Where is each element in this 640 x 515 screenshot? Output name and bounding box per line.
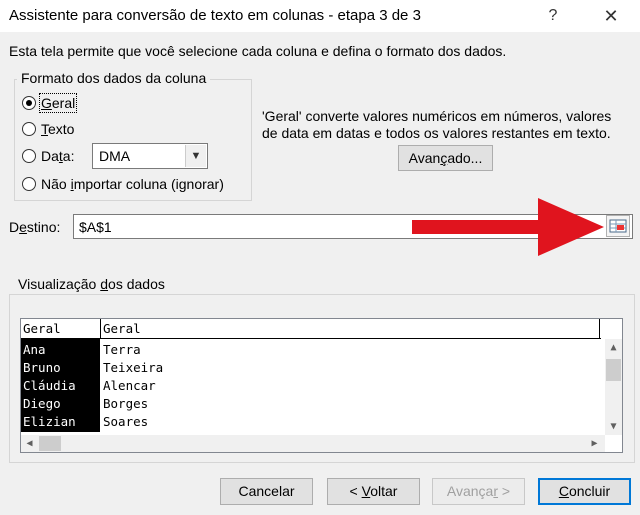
preview-cell: Terra <box>103 342 141 357</box>
back-button[interactable]: < Voltar <box>327 478 420 505</box>
radio-data-circle[interactable] <box>22 149 36 163</box>
radio-ignore-label: Não importar coluna (ignorar) <box>41 176 224 192</box>
window-title: Assistente para conversão de texto em co… <box>9 7 421 24</box>
horizontal-scroll-thumb[interactable] <box>39 436 61 451</box>
scroll-left-icon[interactable]: ◀ <box>21 435 38 452</box>
date-format-value: DMA <box>99 148 131 164</box>
preview-cell: Bruno <box>23 360 61 375</box>
preview-cell: Teixeira <box>103 360 164 375</box>
radio-geral[interactable]: Geral <box>22 93 78 113</box>
range-selector-icon <box>609 219 627 233</box>
radio-data[interactable]: Data: <box>22 148 74 164</box>
radio-geral-label: Geral <box>38 93 78 113</box>
vertical-scroll-thumb[interactable] <box>606 359 621 381</box>
preview-cell: Ana <box>23 342 46 357</box>
preview-header-col2[interactable]: Geral <box>103 320 141 338</box>
preview-cell: Borges <box>103 396 149 411</box>
preview-cell: Cláudia <box>23 378 76 393</box>
cancel-button[interactable]: Cancelar <box>220 478 313 505</box>
scroll-right-icon[interactable]: ▶ <box>586 435 603 452</box>
date-format-select[interactable]: DMA ▼ <box>92 143 208 169</box>
destination-label: Destino: <box>9 219 61 235</box>
destination-value: $A$1 <box>79 219 112 235</box>
radio-texto[interactable]: Texto <box>22 121 74 137</box>
data-preview-grid[interactable]: Geral Geral Ana Terra Bruno Teixeira Clá… <box>20 318 623 453</box>
red-arrow-annotation <box>412 198 604 256</box>
format-description: 'Geral' converte valores numéricos em nú… <box>262 108 632 142</box>
preview-cell: Elizian <box>23 414 76 429</box>
column-divider <box>100 319 101 338</box>
radio-ignore-circle[interactable] <box>22 177 36 191</box>
radio-ignore[interactable]: Não importar coluna (ignorar) <box>22 176 224 192</box>
chevron-down-icon[interactable]: ▼ <box>185 145 206 167</box>
format-description-line1: 'Geral' converte valores numéricos em nú… <box>262 108 612 124</box>
preview-cell: Alencar <box>103 378 156 393</box>
preview-cell: Diego <box>23 396 61 411</box>
format-description-line2: de data em datas e todos os valores rest… <box>262 125 611 141</box>
vertical-scrollbar[interactable]: ▲ ▼ <box>605 339 622 435</box>
radio-texto-label: Texto <box>41 121 75 137</box>
scroll-down-icon[interactable]: ▼ <box>605 418 622 435</box>
radio-texto-circle[interactable] <box>22 122 36 136</box>
horizontal-scrollbar[interactable]: ◀ ▶ <box>21 435 605 452</box>
close-button[interactable]: ✕ <box>596 2 626 30</box>
column-divider-end <box>599 319 600 338</box>
finish-button[interactable]: Concluir <box>538 478 631 505</box>
intro-text: Esta tela permite que você selecione cad… <box>9 43 507 59</box>
scroll-up-icon[interactable]: ▲ <box>605 339 622 356</box>
help-button[interactable]: ? <box>538 2 568 30</box>
next-button[interactable]: Avançar > <box>432 478 525 505</box>
radio-data-label: Data: <box>41 148 75 164</box>
preview-header-col1[interactable]: Geral <box>23 320 61 338</box>
data-preview-group-title: Visualização dos dados <box>14 276 169 292</box>
column-format-group-title: Formato dos dados da coluna <box>17 70 211 86</box>
range-selector-button[interactable] <box>606 215 630 237</box>
radio-geral-circle[interactable] <box>22 96 36 110</box>
preview-cell: Soares <box>103 414 149 429</box>
advanced-button[interactable]: Avançado... <box>398 145 493 171</box>
